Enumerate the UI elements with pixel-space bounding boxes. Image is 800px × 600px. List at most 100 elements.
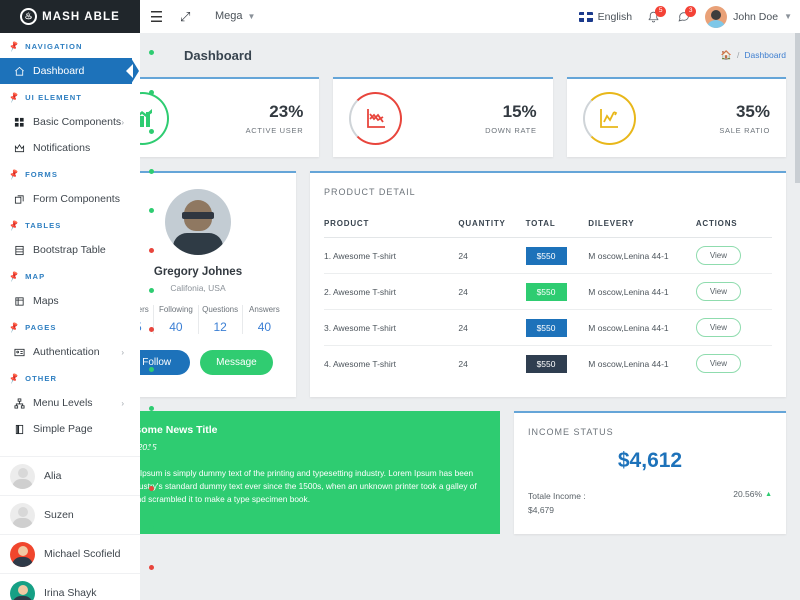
profile-stat-label: Questions [201, 305, 240, 315]
notifications-bell-button[interactable]: 5 [645, 8, 662, 25]
sitemap-icon [13, 398, 25, 409]
stat-label: DOWN RATE [485, 126, 537, 135]
col-actions: ACTIONS [696, 219, 772, 238]
total-pill: $550 [526, 247, 567, 265]
language-selector[interactable]: English [579, 11, 632, 23]
avatar-head [18, 546, 28, 556]
list-item[interactable]: Michael Scofield [0, 534, 140, 573]
product-table: PRODUCT QUANTITY TOTAL DILEVERY ACTIONS … [324, 219, 772, 381]
income-percent-value: 20.56% [733, 489, 762, 499]
sidebar-item-label: Bootstrap Table [33, 244, 106, 256]
list-item[interactable]: Suzen [0, 495, 140, 534]
sidebar-item-basic-components[interactable]: Basic Components › [0, 109, 140, 135]
scrollbar-thumb[interactable] [795, 33, 800, 183]
list-item[interactable]: Alia [0, 456, 140, 495]
home-icon[interactable]: 🏠 [721, 50, 732, 61]
sidebar-caption-tables: 📌 TABLES [0, 212, 140, 237]
avatar-body [12, 518, 33, 528]
profile-stat-label: Answers [245, 305, 284, 315]
avatar [10, 542, 35, 567]
sidebar-item-simple-page[interactable]: Simple Page [0, 416, 140, 442]
income-total-value: $4,679 [528, 503, 586, 517]
cell-quantity: 24 [458, 346, 525, 382]
view-button[interactable]: View [696, 318, 741, 337]
sidebar-item-bootstrap-table[interactable]: Bootstrap Table [0, 237, 140, 263]
avatar-head [18, 585, 28, 595]
breadcrumb-current[interactable]: Dashboard [744, 50, 786, 60]
id-card-icon [13, 347, 25, 358]
messages-button[interactable]: 3 [675, 8, 692, 25]
pin-icon: 📌 [8, 168, 21, 180]
view-button[interactable]: View [696, 354, 741, 373]
hamburger-menu-icon[interactable]: ☰ [140, 0, 173, 33]
income-status-card: INCOME STATUS $4,612 Totale Income : $4,… [514, 411, 786, 534]
stat-label: ACTIVE USER [246, 126, 304, 135]
sidebar-item-form-components[interactable]: Form Components [0, 186, 140, 212]
sidebar-item-dashboard[interactable]: Dashboard [0, 58, 132, 84]
top-bar-right: English 5 3 John Doe ▼ [579, 0, 792, 33]
stat-label: SALE RATIO [719, 126, 770, 135]
product-detail-card: PRODUCT DETAIL PRODUCT QUANTITY TOTAL DI… [310, 171, 786, 397]
pin-icon: 📌 [8, 270, 21, 282]
brand-logo-area[interactable]: ♨ MASH ABLE [0, 0, 140, 33]
bell-badge: 5 [655, 6, 666, 17]
status-dot [149, 486, 154, 491]
sidebar-item-label: Basic Components [33, 116, 121, 128]
profile-stat-value: 12 [201, 320, 240, 334]
cell-quantity: 24 [458, 310, 525, 346]
sidebar-caption-navigation: 📌 NAVIGATION [0, 33, 140, 58]
top-bar: ♨ MASH ABLE ☰ ⤢ Mega ▼ English 5 3 Jo [0, 0, 800, 33]
breadcrumb: 🏠 / Dashboard [721, 50, 786, 61]
avatar [10, 503, 35, 528]
sidebar-item-label: Simple Page [33, 423, 93, 435]
col-total: TOTAL [526, 219, 589, 238]
message-button[interactable]: Message [200, 350, 273, 375]
line-chart-up-icon [597, 106, 621, 130]
sidebar-item-authentication[interactable]: Authentication › [0, 339, 140, 365]
dashboard-app: ♨ MASH ABLE ☰ ⤢ Mega ▼ English 5 3 Jo [0, 0, 800, 600]
cell-quantity: 24 [458, 274, 525, 310]
mega-menu-dropdown[interactable]: Mega ▼ [215, 10, 255, 22]
cell-product: 1. Awesome T-shirt [324, 238, 458, 274]
status-dot [149, 90, 154, 95]
sidebar-item-menu-levels[interactable]: Menu Levels › [0, 390, 140, 416]
view-button[interactable]: View [696, 282, 741, 301]
profile-photo [165, 189, 231, 255]
crown-icon [13, 143, 25, 154]
contact-status-rail [140, 33, 162, 600]
sidebar: 📌 NAVIGATION Dashboard 📌 UI ELEMENT Basi… [0, 33, 140, 600]
list-item[interactable]: Irina Shayk [0, 573, 140, 600]
status-dot [149, 169, 154, 174]
caption-text: UI ELEMENT [25, 93, 82, 102]
chevron-down-icon: ▼ [784, 12, 792, 21]
col-product: PRODUCT [324, 219, 458, 238]
sidebar-item-label: Menu Levels [33, 397, 93, 409]
view-button[interactable]: View [696, 246, 741, 265]
line-chart-down-icon [364, 106, 388, 130]
table-row: 1. Awesome T-shirt 24 $550 M oscow,Lenin… [324, 238, 772, 274]
sidebar-item-notifications[interactable]: Notifications [0, 135, 140, 161]
news-title: Awesome News Title [114, 424, 486, 436]
stat-card-down-rate: 15% DOWN RATE [333, 77, 552, 157]
profile-stat: Answers 40 [243, 305, 286, 334]
total-pill: $550 [526, 283, 567, 301]
profile-stat-value: 40 [245, 320, 284, 334]
cell-delivery: M oscow,Lenina 44-1 [588, 310, 696, 346]
profile-stat-label: Following [156, 305, 195, 315]
contact-name: Michael Scofield [44, 548, 120, 560]
user-profile-menu[interactable]: John Doe ▼ [705, 6, 792, 28]
table-row: 2. Awesome T-shirt 24 $550 M oscow,Lenin… [324, 274, 772, 310]
caption-text: FORMS [25, 170, 58, 179]
sidebar-caption-other: 📌 OTHER [0, 365, 140, 390]
chevron-down-icon: ▼ [248, 12, 256, 21]
expand-arrows-icon[interactable]: ⤢ [180, 9, 190, 25]
mega-menu-label: Mega [215, 10, 243, 22]
photo-body [173, 233, 223, 255]
sidebar-nav: 📌 NAVIGATION Dashboard 📌 UI ELEMENT Basi… [0, 33, 140, 442]
card-title: PRODUCT DETAIL [324, 187, 772, 197]
card-title: INCOME STATUS [528, 427, 772, 437]
sidebar-item-maps[interactable]: Maps [0, 288, 140, 314]
sidebar-item-label: Dashboard [33, 65, 84, 77]
cell-delivery: M oscow,Lenina 44-1 [588, 274, 696, 310]
contact-name: Irina Shayk [44, 587, 97, 599]
